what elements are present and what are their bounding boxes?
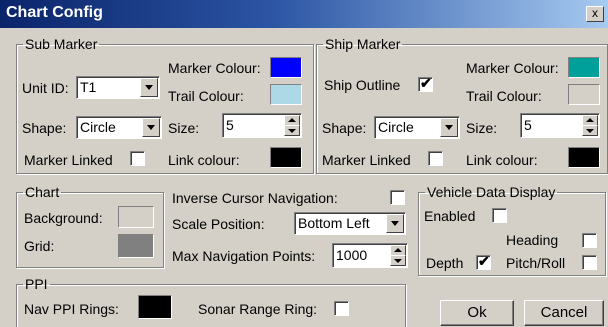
pitch-roll-checkbox[interactable] (582, 255, 597, 270)
vehicle-data-legend: Vehicle Data Display (427, 184, 556, 200)
arrow-up-icon (586, 118, 594, 122)
arrow-up-icon (288, 118, 296, 122)
unit-id-select[interactable]: T1 (76, 76, 160, 99)
unit-id-dropdown-button[interactable] (140, 78, 158, 97)
max-nav-points-decrement-button[interactable] (390, 255, 406, 266)
ship-link-colour-label: Link colour: (466, 152, 538, 168)
ok-button[interactable]: Ok (440, 300, 514, 326)
pitch-roll-label: Pitch/Roll (506, 255, 566, 271)
scale-position-dropdown-button[interactable] (386, 214, 404, 233)
arrow-up-icon (394, 248, 402, 252)
max-nav-points-label: Max Navigation Points: (172, 248, 316, 264)
ship-outline-label: Ship Outline (324, 77, 401, 93)
ship-size-value: 5 (524, 117, 532, 133)
ppi-legend: PPI (25, 276, 48, 292)
ship-size-spinner[interactable]: 5 (520, 113, 600, 138)
chevron-down-icon (445, 125, 453, 130)
ship-marker-legend: Ship Marker (325, 36, 401, 52)
close-button[interactable]: x (586, 6, 604, 22)
ship-shape-select[interactable]: Circle (374, 116, 460, 139)
ship-marker-colour-label: Marker Colour: (466, 60, 559, 76)
sub-marker-colour-label: Marker Colour: (168, 60, 261, 76)
sub-marker-legend: Sub Marker (25, 36, 98, 52)
sub-marker-linked-checkbox[interactable] (130, 151, 145, 166)
ship-size-decrement-button[interactable] (582, 125, 598, 136)
ship-trail-colour-swatch[interactable] (568, 84, 600, 105)
scale-position-value: Bottom Left (298, 215, 370, 231)
sub-size-spinner[interactable]: 5 (222, 113, 302, 138)
arrow-down-icon (288, 129, 296, 133)
sub-trail-colour-label: Trail Colour: (168, 88, 244, 104)
arrow-down-icon (586, 129, 594, 133)
window-title: Chart Config (6, 4, 103, 21)
depth-checkbox[interactable]: ✔ (476, 253, 491, 270)
ship-marker-linked-checkbox[interactable] (428, 151, 443, 166)
nav-ppi-rings-colour-swatch[interactable] (138, 295, 172, 319)
grid-label: Grid: (24, 238, 55, 254)
unit-id-label: Unit ID: (22, 80, 69, 96)
chart-legend: Chart (25, 184, 60, 200)
title-bar[interactable]: Chart Config x (0, 0, 608, 28)
sub-trail-colour-swatch[interactable] (270, 84, 302, 105)
ship-shape-label: Shape: (322, 120, 367, 136)
vehicle-enabled-label: Enabled (424, 208, 476, 224)
sonar-range-ring-checkbox[interactable] (334, 301, 349, 316)
sub-shape-dropdown-button[interactable] (142, 118, 160, 137)
sub-size-label: Size: (168, 120, 200, 136)
chevron-down-icon (391, 221, 399, 226)
chevron-down-icon (145, 85, 153, 90)
inverse-cursor-checkbox[interactable] (390, 190, 405, 205)
vehicle-enabled-checkbox[interactable] (492, 208, 507, 223)
sub-shape-value: Circle (80, 119, 116, 135)
background-colour-swatch[interactable] (118, 206, 154, 228)
checkmark-icon: ✔ (478, 253, 490, 269)
sub-shape-label: Shape: (22, 120, 67, 136)
depth-label: Depth (426, 255, 464, 271)
sub-shape-select[interactable]: Circle (76, 116, 162, 139)
ship-link-colour-swatch[interactable] (568, 147, 600, 168)
checkmark-icon: ✔ (420, 75, 432, 91)
scale-position-label: Scale Position: (172, 216, 265, 232)
ship-shape-value: Circle (378, 119, 414, 135)
ship-size-label: Size: (466, 120, 498, 136)
cancel-button[interactable]: Cancel (524, 300, 604, 326)
background-label: Background: (24, 210, 103, 226)
grid-colour-swatch[interactable] (118, 234, 154, 258)
sub-link-colour-label: Link colour: (168, 152, 240, 168)
chart-config-dialog: Chart Config x Sub Marker Unit ID: T1 Ma… (0, 0, 608, 327)
max-nav-points-value: 1000 (336, 247, 368, 263)
heading-label: Heading (506, 232, 559, 248)
ship-outline-checkbox[interactable]: ✔ (418, 75, 433, 92)
unit-id-value: T1 (80, 79, 97, 95)
sub-size-value: 5 (226, 117, 234, 133)
inverse-cursor-label: Inverse Cursor Navigation: (172, 190, 338, 206)
ship-shape-dropdown-button[interactable] (440, 118, 458, 137)
sub-link-colour-swatch[interactable] (270, 147, 302, 168)
heading-checkbox[interactable] (582, 233, 597, 248)
sub-size-decrement-button[interactable] (284, 125, 300, 136)
chevron-down-icon (147, 125, 155, 130)
ship-trail-colour-label: Trail Colour: (466, 88, 542, 104)
max-nav-points-spinner[interactable]: 1000 (332, 243, 408, 268)
ship-marker-linked-label: Marker Linked (322, 152, 411, 168)
arrow-down-icon (394, 259, 402, 263)
sub-marker-colour-swatch[interactable] (270, 57, 302, 78)
sub-marker-linked-label: Marker Linked (24, 152, 113, 168)
nav-ppi-rings-label: Nav PPI Rings: (24, 301, 119, 317)
ship-marker-colour-swatch[interactable] (568, 57, 600, 78)
scale-position-select[interactable]: Bottom Left (294, 212, 406, 235)
sonar-range-ring-label: Sonar Range Ring: (198, 301, 318, 317)
